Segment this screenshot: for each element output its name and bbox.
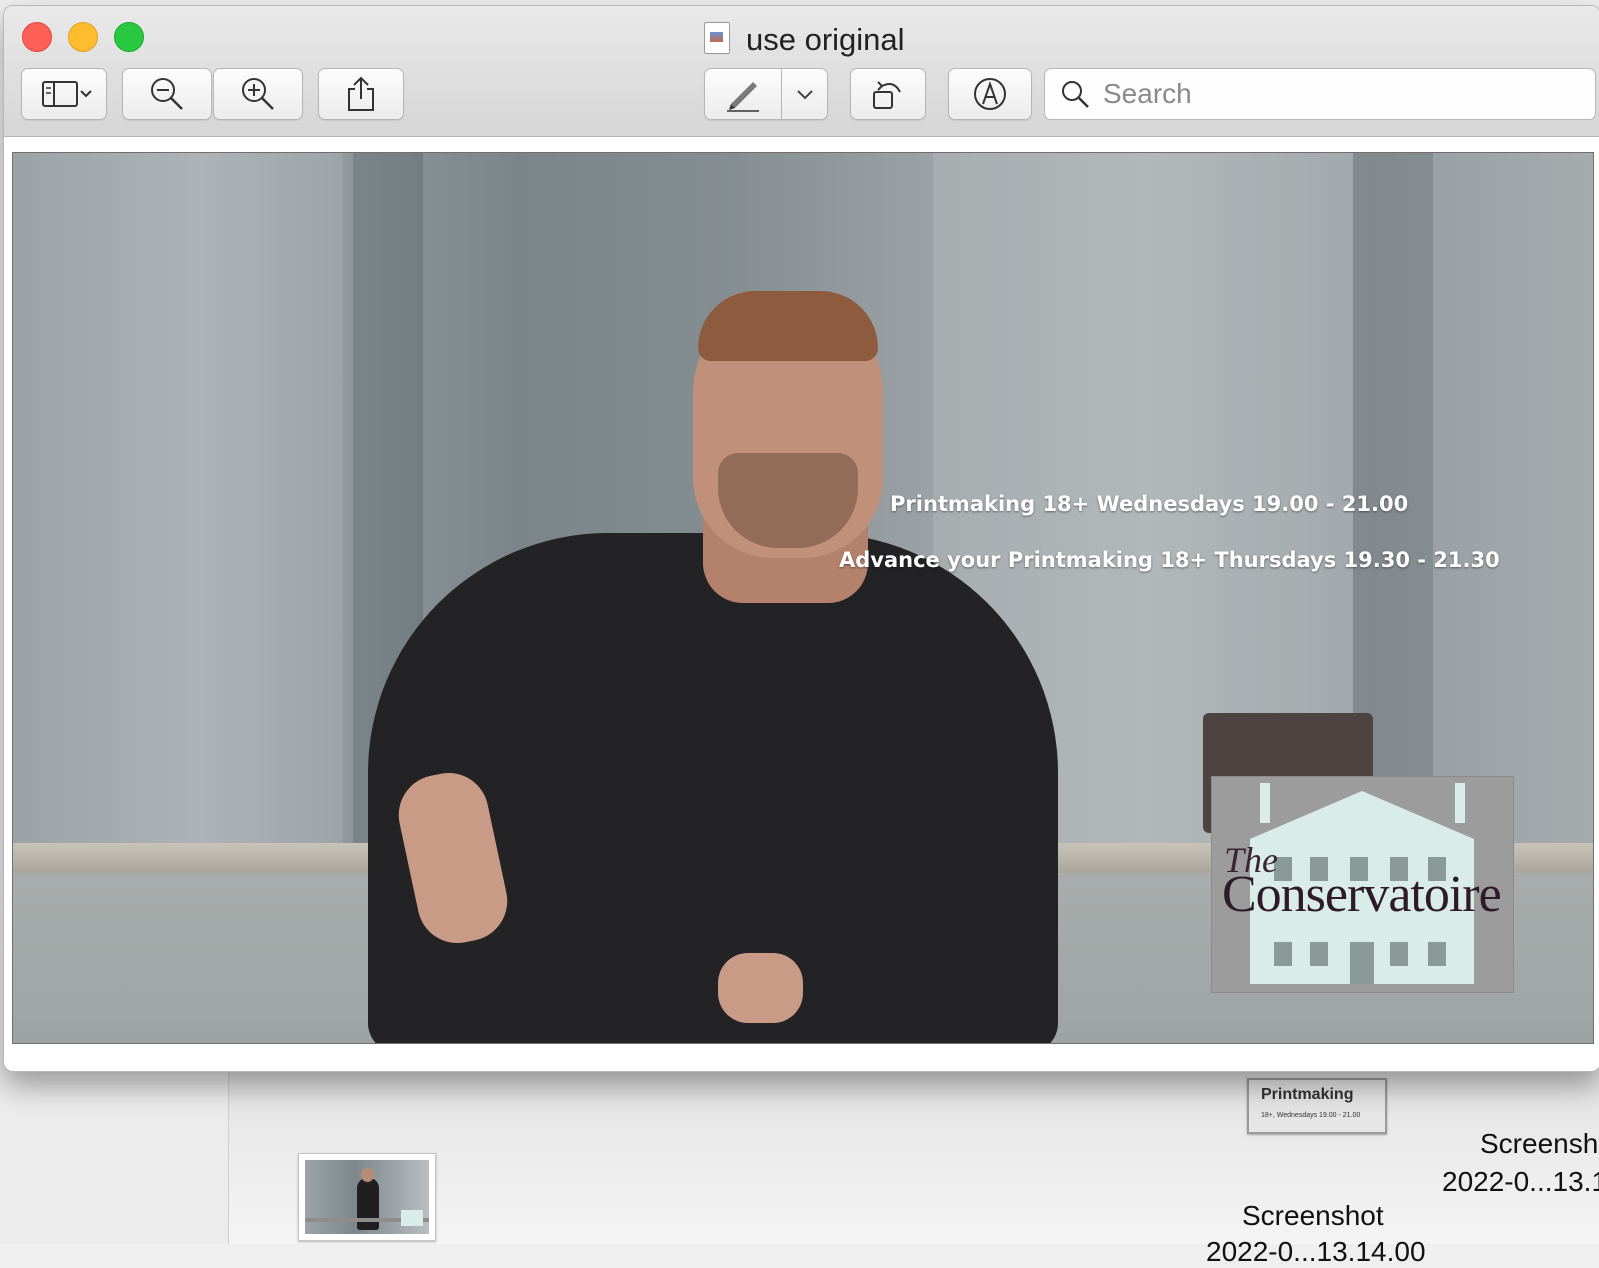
- thumbnail-image: [305, 1160, 429, 1234]
- finder-file-thumb-title: Printmaking: [1261, 1086, 1354, 1103]
- finder-file-thumb-subtitle: 18+, Wednesdays 19.00 - 21.00: [1261, 1112, 1361, 1119]
- share-button[interactable]: [318, 68, 404, 120]
- preview-window: use original Search Printmaking 18+ Wedn…: [3, 5, 1599, 1072]
- share-icon: [348, 76, 374, 111]
- zoom-out-icon: [151, 78, 183, 110]
- markup-button-group: [704, 68, 828, 120]
- sidebar-toggle-button[interactable]: [21, 68, 107, 120]
- thumbnail-person: [357, 1178, 379, 1230]
- thumbnail-head: [361, 1168, 374, 1182]
- close-button[interactable]: [22, 22, 52, 52]
- caption-line-2: Advance your Printmaking 18+ Thursdays 1…: [839, 548, 1500, 572]
- rotate-icon: [873, 81, 901, 109]
- thumbnail-logo: [401, 1210, 423, 1226]
- finder-file-label-1[interactable]: Screensh: [1480, 1128, 1598, 1160]
- person-hair: [698, 291, 878, 361]
- zoom-out-button[interactable]: [122, 68, 212, 120]
- zoom-in-icon: [242, 78, 274, 110]
- finder-file-label-1-date[interactable]: 2022-0...13.1: [1442, 1166, 1599, 1198]
- finder-sidebar: [0, 1050, 229, 1244]
- finder-file-label-2-date[interactable]: 2022-0...13.14.00: [1206, 1236, 1426, 1268]
- finder-file-label-2[interactable]: Screenshot: [1242, 1200, 1384, 1232]
- person-hand: [718, 953, 803, 1023]
- sidebar-icon: [42, 81, 92, 107]
- logo-name-text: Conservatoire: [1222, 866, 1502, 923]
- annotate-icon: [974, 78, 1006, 110]
- pen-icon: [727, 82, 759, 112]
- caption-line-1: Printmaking 18+ Wednesdays 19.00 - 21.00: [890, 492, 1409, 516]
- markup-button[interactable]: [705, 69, 782, 119]
- document-image: Printmaking 18+ Wednesdays 19.00 - 21.00…: [12, 152, 1594, 1044]
- chevron-down-icon: [796, 90, 813, 100]
- annotate-button[interactable]: [948, 68, 1032, 120]
- title-bar: use original: [4, 6, 1599, 137]
- search-input[interactable]: [1101, 77, 1575, 111]
- finder-file-printmaking[interactable]: Printmaking 18+, Wednesdays 19.00 - 21.0…: [1247, 1078, 1387, 1134]
- markup-dropdown[interactable]: [782, 69, 827, 119]
- conservatoire-logo: The Conservatoire: [1211, 776, 1514, 993]
- minimize-button[interactable]: [68, 22, 98, 52]
- search-icon: [1062, 81, 1089, 108]
- rotate-button[interactable]: [850, 68, 926, 120]
- window-title: use original: [746, 22, 905, 57]
- finder-file-thumbnail[interactable]: [298, 1153, 436, 1241]
- document-icon: [704, 22, 730, 54]
- zoom-button[interactable]: [114, 22, 144, 52]
- zoom-in-button[interactable]: [213, 68, 303, 120]
- search-field[interactable]: [1044, 68, 1596, 120]
